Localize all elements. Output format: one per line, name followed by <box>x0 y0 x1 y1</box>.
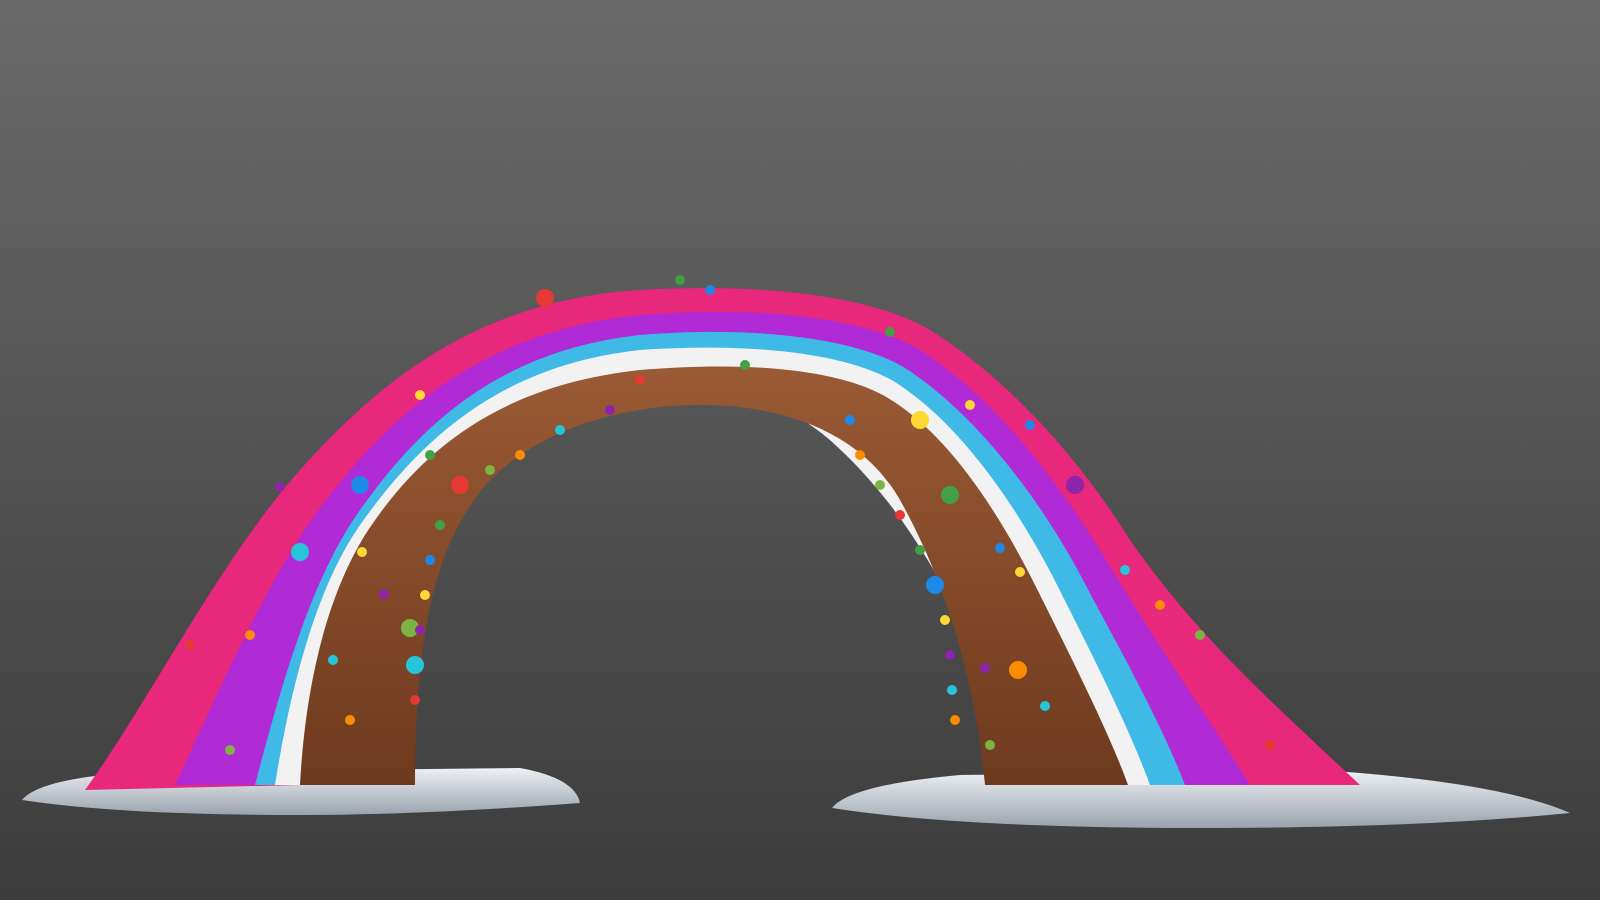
sprinkle <box>1155 600 1165 610</box>
sprinkle <box>895 510 905 520</box>
sprinkle <box>941 486 959 504</box>
sprinkle <box>185 640 195 650</box>
sprinkle <box>379 589 389 599</box>
sprinkle <box>926 576 944 594</box>
sprinkle <box>995 543 1005 553</box>
sprinkle <box>940 615 950 625</box>
sprinkle <box>605 405 615 415</box>
sprinkle <box>875 480 885 490</box>
sprinkle <box>245 630 255 640</box>
sprinkle <box>536 289 554 307</box>
sprinkle <box>1025 420 1035 430</box>
sprinkle <box>1120 565 1130 575</box>
sprinkle <box>705 285 715 295</box>
sprinkle <box>1265 740 1275 750</box>
sprinkle <box>425 450 435 460</box>
sprinkle <box>425 555 435 565</box>
sprinkle <box>740 360 750 370</box>
sprinkle <box>328 655 338 665</box>
sprinkle <box>980 663 990 673</box>
sprinkle <box>291 543 309 561</box>
sprinkle <box>485 465 495 475</box>
sprinkle <box>275 482 285 492</box>
sprinkle <box>945 650 955 660</box>
sprinkle <box>415 390 425 400</box>
sprinkle <box>915 545 925 555</box>
sprinkle <box>1040 701 1050 711</box>
sprinkle <box>855 450 865 460</box>
sprinkle <box>1009 661 1027 679</box>
sprinkle <box>410 695 420 705</box>
sprinkle <box>965 400 975 410</box>
sprinkle <box>351 476 369 494</box>
sprinkle <box>1066 476 1084 494</box>
sprinkle <box>947 685 957 695</box>
sprinkle <box>675 275 685 285</box>
sprinkle <box>635 375 645 385</box>
render-viewport <box>0 0 1600 900</box>
sprinkle <box>435 520 445 530</box>
sprinkle <box>1195 630 1205 640</box>
sprinkle <box>451 476 469 494</box>
sprinkle <box>845 415 855 425</box>
sprinkle <box>406 656 424 674</box>
sprinkle <box>357 547 367 557</box>
sprinkle <box>555 425 565 435</box>
sprinkle <box>345 715 355 725</box>
sprinkle <box>985 740 995 750</box>
sprinkle <box>515 450 525 460</box>
scene-canvas <box>0 0 1600 900</box>
sprinkle <box>420 590 430 600</box>
sprinkle <box>1015 567 1025 577</box>
sprinkle <box>911 411 929 429</box>
sprinkle <box>415 625 425 635</box>
sprinkle <box>885 327 895 337</box>
sprinkle <box>950 715 960 725</box>
sprinkle <box>225 745 235 755</box>
